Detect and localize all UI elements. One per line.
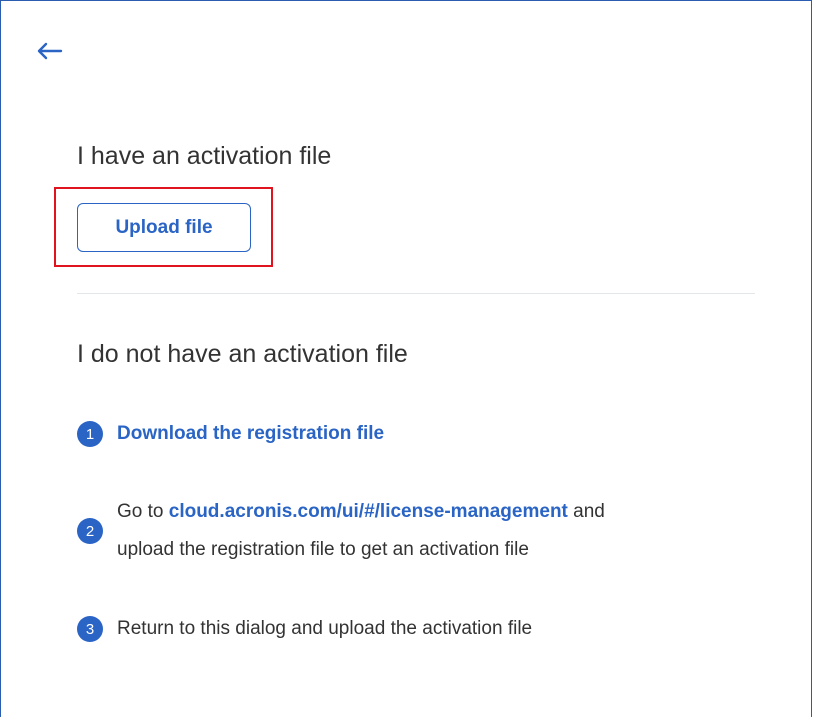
step-text-prefix: Go to (117, 501, 169, 522)
step-number-badge: 1 (77, 421, 103, 447)
section-divider (77, 293, 755, 294)
step-text-suffix: and (567, 501, 605, 522)
step-download-registration: 1 Download the registration file (77, 416, 384, 452)
step-text: Download the registration file (117, 416, 384, 452)
step-number-badge: 3 (77, 616, 103, 642)
license-management-link[interactable]: cloud.acronis.com/ui/#/license-managemen… (169, 501, 568, 522)
step-text: Go to cloud.acronis.com/ui/#/license-man… (117, 493, 605, 569)
step-return-upload: 3 Return to this dialog and upload the a… (77, 611, 532, 647)
activation-dialog: I have an activation file I do not have … (0, 0, 812, 717)
step-text: Return to this dialog and upload the act… (117, 618, 533, 639)
step-text-line2: upload the registration file to get an a… (117, 539, 529, 560)
step-number-badge: 2 (77, 518, 103, 544)
no-activation-file-heading: I do not have an activation file (77, 340, 408, 368)
upload-file-button[interactable]: Upload file (77, 203, 251, 252)
have-activation-file-heading: I have an activation file (77, 142, 332, 170)
download-registration-file-link[interactable]: Download the registration file (117, 423, 384, 444)
step-go-to-license-management: 2 Go to cloud.acronis.com/ui/#/license-m… (77, 493, 605, 569)
back-button[interactable] (37, 39, 67, 67)
arrow-left-icon (37, 42, 63, 65)
